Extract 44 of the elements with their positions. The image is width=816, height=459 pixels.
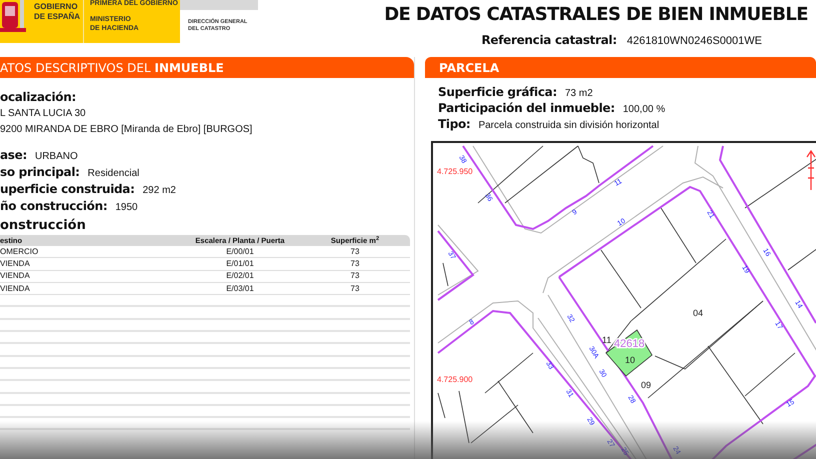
field-label: ase: [0,147,27,164]
field-value: 1950 [115,201,138,215]
table-cell-text: VIENDA [0,284,31,294]
field-value: Parcela construida sin división horizontal [478,119,660,133]
map-label: 4.725.900 [437,375,473,384]
field-label: Superficie gráfica: [438,84,557,101]
table-cell-text: 73 [350,258,360,269]
map-label: 11 [602,335,612,345]
field-label: ocalización: [0,89,77,106]
document-title: DE DATOS CATASTRALES DE BIEN INMUEBLE [384,3,808,27]
table-cell-text: VIENDA [0,258,31,269]
table-cell-text: VIENDA [0,271,31,282]
table-cell-text: 73 [350,271,360,282]
panel-title: PARCELA [439,60,500,76]
field-value: 292 m2 [142,184,176,198]
map-label: 10 [625,355,636,365]
field-value: URBANO [34,150,78,164]
address-line: L SANTA LUCIA 30 [0,107,87,121]
logo-text: GOBIERNO [34,2,79,12]
field-label: so principal: [0,164,80,181]
section-title: onstrucción [0,218,87,234]
logo-text: DE ESPAÑA [34,12,82,22]
table-cell-text: E/02/01 [225,271,255,282]
reference-label: Referencia catastral: [481,32,617,49]
field-value: 73 m2 [564,87,593,101]
table-cell-text: OMERCIO [0,246,40,257]
address-line: 9200 MIRANDA DE EBRO [Miranda de Ebro] [BURGOS] [0,123,254,137]
map-label: 4.725.950 [437,167,473,176]
map-label: 09 [641,380,652,390]
panel-title: ATOS DESCRIPTIVOS DEL INMUEBLE [0,60,224,76]
map-label: 04 [693,308,704,318]
table-cell-text: 73 [350,284,360,294]
field-label: uperficie construida: [0,181,135,198]
field-value: 100,00 % [622,103,666,117]
field-value: Residencial [88,167,140,181]
field-label: Participación del inmueble: [438,100,615,117]
field-label: ño construcción: [0,198,108,215]
table-cell-text: E/03/01 [225,284,255,294]
table-cell-text: E/00/01 [225,246,255,257]
north-arrow-icon [806,150,816,191]
table-cell-text: E/01/01 [225,258,255,269]
field-label: Tipo: [438,116,470,133]
reference-value: 4261810WN0246S0001WE [626,34,762,49]
table-cell-text: 73 [350,246,360,257]
